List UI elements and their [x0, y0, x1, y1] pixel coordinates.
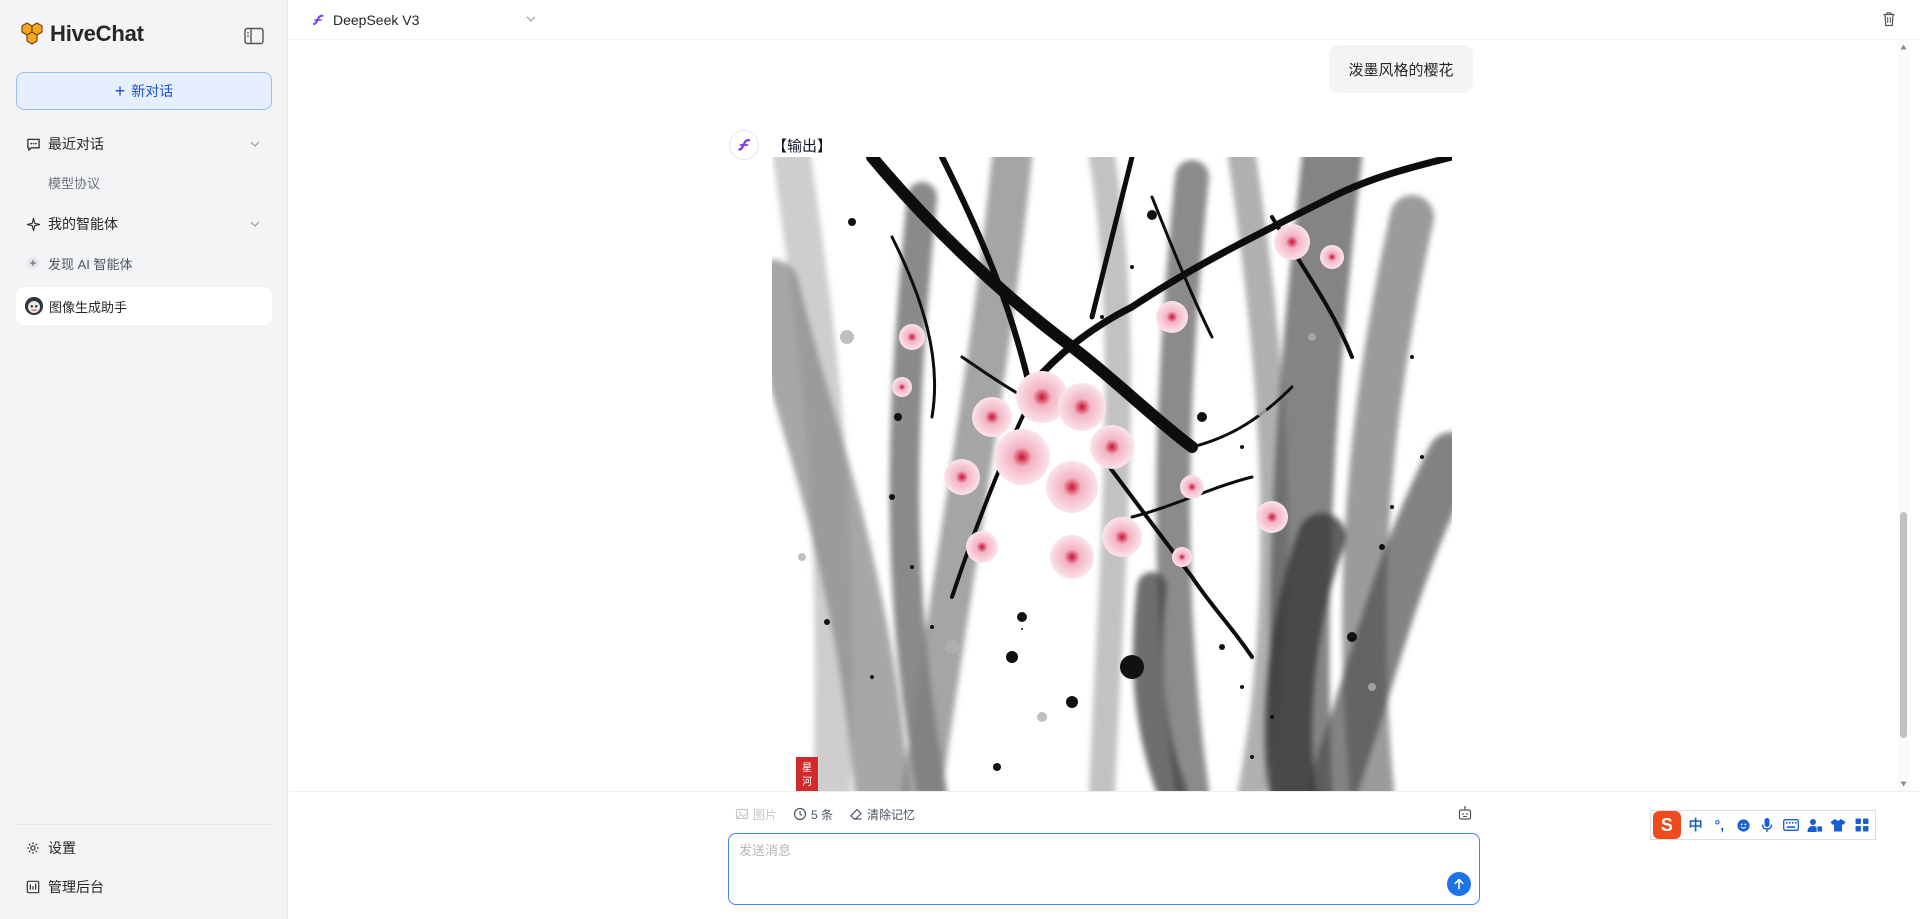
chat-scrollbar[interactable]: [1898, 40, 1909, 791]
scroll-down-arrow-icon[interactable]: [1900, 781, 1907, 787]
keyboard-icon[interactable]: [1780, 814, 1802, 836]
svg-text:星: 星: [802, 762, 812, 774]
model-selector[interactable]: DeepSeek V3: [311, 10, 536, 30]
app-name: HiveChat: [50, 21, 144, 46]
chat-messages: 泼墨风格的樱花 【输出】 星 河: [289, 40, 1909, 791]
hive-logo-icon: [21, 22, 43, 45]
agent-avatar: [25, 297, 43, 315]
recent-chat-item[interactable]: 模型协议: [48, 173, 100, 192]
robot-icon[interactable]: [1457, 805, 1473, 821]
deepseek-model-icon: [738, 139, 751, 151]
image-upload-button[interactable]: 图片: [735, 806, 777, 823]
sogou-logo-icon[interactable]: S: [1653, 811, 1681, 839]
microphone-icon[interactable]: [1756, 814, 1778, 836]
eraser-icon: [850, 808, 862, 820]
scrollbar-thumb[interactable]: [1900, 512, 1907, 738]
gear-icon: [25, 840, 41, 856]
message-input-box: [728, 833, 1480, 905]
new-chat-button[interactable]: + 新对话: [16, 72, 272, 110]
skin-shirt-icon[interactable]: [1827, 814, 1849, 836]
composer-toolbar: 图片 5 条 清除记忆: [735, 805, 931, 823]
trash-icon[interactable]: [1882, 11, 1896, 27]
admin-panel-link[interactable]: 管理后台: [16, 871, 272, 903]
sidebar: HiveChat + 新对话 最近对话 模型协议 我的智能体 发现 AI 智能体: [0, 0, 288, 919]
brand[interactable]: HiveChat: [18, 20, 144, 48]
sparkle-icon: [25, 216, 41, 232]
ime-toolbar: S 中 °,: [1650, 810, 1876, 840]
clock-icon: [793, 807, 807, 821]
chevron-down-icon[interactable]: [248, 137, 262, 151]
discover-agents-label: 发现 AI 智能体: [48, 256, 133, 272]
chevron-down-icon: [526, 16, 536, 22]
settings-label: 设置: [48, 840, 76, 856]
bot-avatar: [729, 130, 759, 160]
grid-apps-icon[interactable]: [1851, 814, 1873, 836]
user-toolbox-icon[interactable]: [1804, 814, 1826, 836]
recent-chats-section[interactable]: 最近对话: [16, 128, 272, 160]
admin-panel-label: 管理后台: [48, 879, 104, 895]
clear-memory-label: 清除记忆: [867, 807, 916, 822]
history-count-label: 5 条: [811, 807, 834, 822]
history-count-button[interactable]: 5 条: [793, 806, 833, 823]
my-agents-label: 我的智能体: [48, 216, 118, 232]
admin-panel-icon: [25, 879, 41, 895]
plus-icon: +: [114, 81, 126, 101]
chevron-down-icon[interactable]: [248, 217, 262, 231]
sidebar-divider: [16, 824, 272, 825]
model-name: DeepSeek V3: [333, 12, 420, 28]
arrow-up-icon: [1454, 878, 1464, 890]
user-message-text: 泼墨风格的樱花: [1348, 61, 1454, 79]
ime-mode-toggle[interactable]: 中: [1685, 814, 1707, 836]
plus-circle-icon: [25, 255, 41, 271]
user-message-bubble: 泼墨风格的樱花: [1329, 45, 1473, 93]
settings-link[interactable]: 设置: [16, 832, 272, 864]
recent-chats-label: 最近对话: [48, 136, 104, 152]
bot-message-text: 【输出】: [772, 138, 833, 155]
sidebar-toggle-icon[interactable]: [244, 27, 264, 45]
image-icon: [735, 808, 749, 820]
generated-image[interactable]: 星 河: [772, 157, 1452, 791]
scroll-up-arrow-icon[interactable]: [1900, 44, 1907, 50]
ime-punctuation-toggle[interactable]: °,: [1709, 814, 1731, 836]
message-input[interactable]: [739, 840, 1439, 896]
chat-header: DeepSeek V3: [289, 0, 1920, 40]
clear-memory-button[interactable]: 清除记忆: [849, 806, 915, 823]
red-seal-stamp: 星 河: [796, 757, 818, 791]
smiley-icon[interactable]: [1732, 814, 1754, 836]
discover-agents-link[interactable]: 发现 AI 智能体: [16, 247, 272, 279]
image-upload-label: 图片: [753, 807, 778, 822]
agent-item-image-generator[interactable]: 图像生成助手: [16, 287, 272, 325]
chat-bubble-icon: [25, 136, 41, 152]
new-chat-label: 新对话: [131, 83, 174, 99]
deepseek-model-icon: [313, 14, 324, 25]
agent-item-label: 图像生成助手: [49, 299, 128, 315]
my-agents-section[interactable]: 我的智能体: [16, 208, 272, 240]
send-button[interactable]: [1447, 872, 1471, 896]
svg-text:河: 河: [802, 776, 812, 788]
